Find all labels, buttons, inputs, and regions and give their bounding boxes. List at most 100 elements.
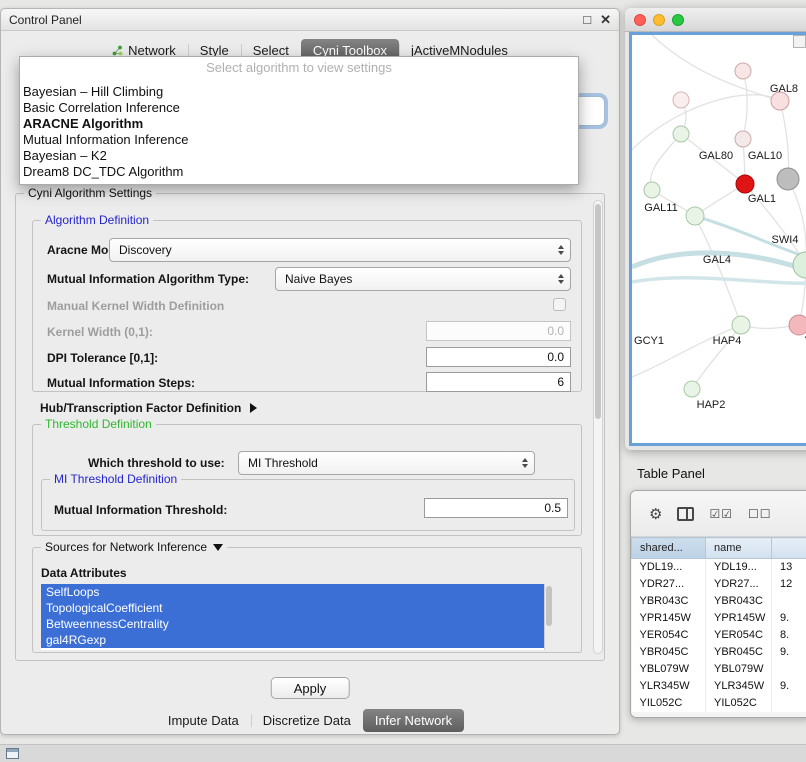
which-threshold-select[interactable]: MI Threshold — [238, 451, 535, 475]
kernel-width-label: Kernel Width (0,1): — [47, 325, 153, 339]
mi-threshold-label: Mutual Information Threshold: — [54, 503, 227, 517]
network-node[interactable] — [686, 207, 704, 225]
network-node[interactable] — [644, 182, 660, 198]
cell-value: 9. — [772, 644, 806, 661]
table-row[interactable]: YBR045C YBR045C 9. — [632, 644, 806, 661]
tab-impute-data-label: Impute Data — [168, 713, 239, 728]
which-threshold-label: Which threshold to use: — [88, 456, 225, 470]
canvas-scrollbar-button[interactable] — [793, 35, 806, 48]
float-panel-icon[interactable]: □ — [583, 13, 591, 26]
algorithm-option[interactable]: Dream8 DC_TDC Algorithm — [20, 164, 578, 180]
cell-value — [772, 661, 806, 678]
algorithm-definition-legend: Algorithm Definition — [41, 213, 153, 227]
settings-scrollbar[interactable] — [593, 200, 603, 654]
network-node-label: HAP4 — [713, 335, 742, 347]
manual-kernel-checkbox[interactable] — [553, 298, 566, 311]
dpi-tolerance-field[interactable]: 0.0 — [426, 347, 571, 367]
panel-toggle-icon[interactable] — [6, 748, 19, 759]
mi-threshold-group: MI Threshold Definition Mutual Informati… — [41, 479, 575, 531]
control-panel-title: Control Panel — [9, 13, 82, 27]
cell-name: YBR045C — [706, 644, 772, 661]
columns-icon[interactable] — [677, 507, 694, 521]
table-row[interactable]: YBL079W YBL079W — [632, 661, 806, 678]
apply-button[interactable]: Apply — [271, 677, 350, 699]
mi-steps-field[interactable]: 6 — [426, 372, 571, 392]
hub-definition-toggle[interactable]: Hub/Transcription Factor Definition — [40, 401, 257, 415]
network-node-selected[interactable] — [736, 175, 754, 193]
table-row[interactable]: YDL19... YDL19... 13 — [632, 559, 806, 576]
network-node[interactable] — [684, 381, 700, 397]
attribute-item[interactable]: BetweennessCentrality — [41, 616, 553, 632]
control-panel-window: Control Panel □ ✕ Network Style Select C… — [0, 8, 620, 735]
table-row[interactable]: YLR345W YLR345W 9. — [632, 678, 806, 695]
network-node[interactable] — [732, 316, 750, 334]
minimize-traffic-light[interactable] — [653, 14, 665, 26]
tab-impute-data[interactable]: Impute Data — [156, 709, 251, 732]
cyni-settings-legend: Cyni Algorithm Settings — [24, 186, 156, 200]
close-traffic-light[interactable] — [634, 14, 646, 26]
cell-value: 9. — [772, 678, 806, 695]
network-node-label: GCY1 — [634, 335, 664, 347]
threshold-definition-group: Threshold Definition Which threshold to … — [32, 424, 582, 536]
close-icon[interactable]: ✕ — [600, 13, 611, 26]
table-panel-window: ⚙ ☑☑ ☐☐ shared... name YDL19... YDL19...… — [630, 490, 806, 718]
attribute-item[interactable]: TopologicalCoefficient — [41, 600, 553, 616]
algorithm-option[interactable]: Basic Correlation Inference — [20, 100, 578, 116]
gear-icon[interactable]: ⚙ — [649, 505, 662, 523]
algorithm-option-selected[interactable]: ARACNE Algorithm — [20, 116, 578, 132]
mi-threshold-field[interactable]: 0.5 — [424, 498, 568, 518]
network-node[interactable] — [789, 315, 806, 335]
kernel-width-field[interactable]: 0.0 — [426, 321, 571, 341]
table-row[interactable]: YBR043C YBR043C — [632, 593, 806, 610]
aracne-mode-select[interactable]: Discovery — [109, 238, 571, 262]
network-canvas[interactable]: GAL8 GAL80 GAL10 GAL11 GAL1 SWI4 GAL4 GC… — [629, 32, 806, 446]
expanded-arrow-icon — [213, 544, 223, 551]
column-header-name[interactable]: name — [706, 538, 772, 559]
sources-legend[interactable]: Sources for Network Inference — [41, 540, 227, 554]
table-row[interactable]: YER054C YER054C 8. — [632, 627, 806, 644]
network-node-label: GAL80 — [699, 150, 733, 162]
algorithm-option[interactable]: Bayesian – Hill Climbing — [20, 84, 578, 100]
network-node[interactable] — [735, 131, 751, 147]
cell-value: 8. — [772, 627, 806, 644]
network-node[interactable] — [673, 126, 689, 142]
cell-shared: YBR045C — [632, 644, 706, 661]
attributes-list-scrollbar[interactable] — [544, 584, 553, 650]
algorithm-option[interactable]: Mutual Information Inference — [20, 132, 578, 148]
network-node[interactable] — [777, 168, 799, 190]
network-node-label: GAL4 — [703, 254, 731, 266]
cell-shared: YDR27... — [632, 576, 706, 593]
cell-name: YER054C — [706, 627, 772, 644]
select-all-checkboxes-icon[interactable]: ☑☑ — [709, 507, 733, 521]
tab-discretize-data[interactable]: Discretize Data — [251, 709, 363, 732]
deselect-all-checkboxes-icon[interactable]: ☐☐ — [748, 507, 772, 521]
attributes-list: SelfLoops TopologicalCoefficient Between… — [41, 584, 553, 650]
network-node[interactable] — [793, 252, 806, 278]
table-toolbar: ⚙ ☑☑ ☐☐ — [631, 491, 806, 537]
network-node[interactable] — [673, 92, 689, 108]
algorithm-option[interactable]: Bayesian – K2 — [20, 148, 578, 164]
table-row[interactable]: YPR145W YPR145W 9. — [632, 610, 806, 627]
table-row[interactable]: YDR27... YDR27... 12 — [632, 576, 806, 593]
column-header-extra[interactable] — [772, 538, 806, 559]
collapsed-arrow-icon — [250, 403, 257, 413]
column-header-shared[interactable]: shared... — [632, 538, 706, 559]
table-row[interactable]: YIL052C YIL052C — [632, 695, 806, 712]
attribute-item[interactable]: SelfLoops — [41, 584, 553, 600]
network-node[interactable] — [735, 63, 751, 79]
cyni-bottom-tabbar: Impute Data Discretize Data Infer Networ… — [1, 709, 619, 732]
algorithm-dropdown-popup: Select algorithm to view settings Bayesi… — [19, 56, 579, 185]
settings-scrollbar-thumb[interactable] — [595, 204, 601, 419]
tab-infer-network[interactable]: Infer Network — [363, 709, 464, 732]
mi-type-select[interactable]: Naive Bayes — [275, 267, 571, 291]
attribute-item[interactable]: gal4RGexp — [41, 632, 553, 648]
data-attributes-label: Data Attributes — [41, 566, 127, 580]
zoom-traffic-light[interactable] — [672, 14, 684, 26]
cell-value: 13 — [772, 559, 806, 576]
cell-shared: YBL079W — [632, 661, 706, 678]
network-node-label: GAL8 — [770, 83, 798, 95]
updown-arrows-icon — [522, 458, 528, 468]
cell-shared: YPR145W — [632, 610, 706, 627]
network-node-label: GAL10 — [748, 150, 782, 162]
dpi-tolerance-label: DPI Tolerance [0,1]: — [47, 351, 158, 365]
